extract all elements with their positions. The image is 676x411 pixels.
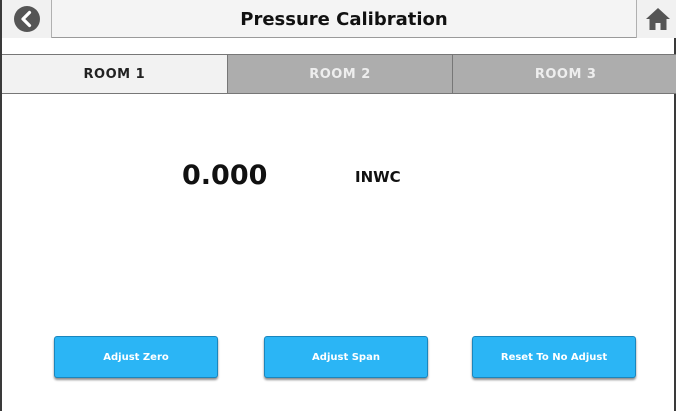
screen-frame: Pressure Calibration ROOM 1 ROOM 2 ROOM … [0, 0, 676, 411]
tab-room-2[interactable]: ROOM 2 [227, 55, 454, 93]
pressure-unit: INWC [355, 168, 401, 186]
back-button[interactable] [2, 0, 52, 38]
adjust-span-button[interactable]: Adjust Span [264, 336, 428, 378]
reset-to-no-adjust-button[interactable]: Reset To No Adjust [472, 336, 636, 378]
pressure-value: 0.000 [182, 160, 268, 191]
adjust-zero-button[interactable]: Adjust Zero [54, 336, 218, 378]
header-bar: Pressure Calibration [2, 0, 676, 38]
tab-room-1[interactable]: ROOM 1 [2, 55, 228, 93]
room-tabs: ROOM 1 ROOM 2 ROOM 3 [2, 54, 676, 94]
home-button[interactable] [636, 0, 676, 38]
page-title: Pressure Calibration [240, 8, 448, 30]
chevron-left-circle-icon [13, 6, 40, 32]
home-icon [645, 8, 670, 30]
tab-room-3[interactable]: ROOM 3 [453, 55, 676, 93]
